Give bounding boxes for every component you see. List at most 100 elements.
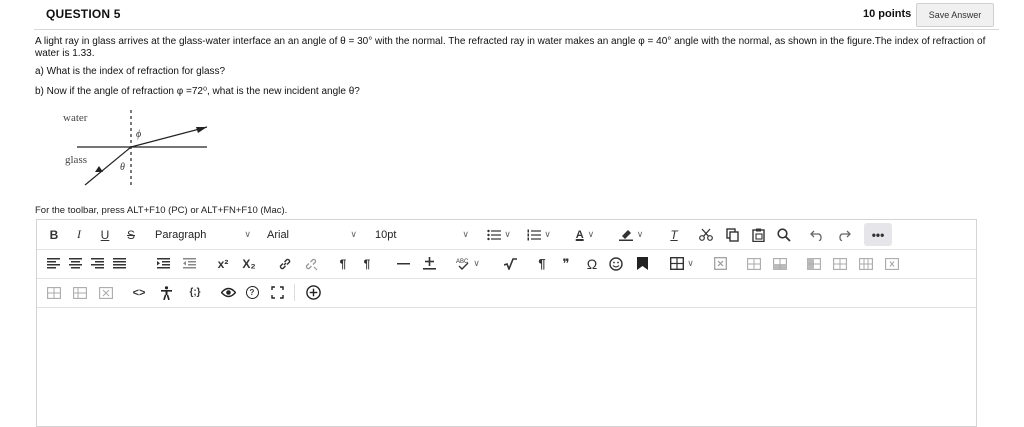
question-header: QUESTION 5 10 points Save Answer [34, 0, 999, 30]
refraction-figure: water glass ϕ θ [63, 110, 208, 186]
align-justify-icon [112, 258, 126, 269]
underline-button[interactable]: U [96, 220, 114, 249]
redo-button[interactable] [835, 220, 853, 249]
math-equation-button[interactable] [501, 249, 519, 278]
font-size-select[interactable]: 10pt ∨ [375, 220, 469, 249]
toolbar-row-2: x² X₂ ¶ ¶ ABC ∨ ¶ ❞ Ω ∨ [37, 249, 976, 279]
help-button[interactable]: ? [243, 278, 261, 307]
horizontal-line-button[interactable] [394, 249, 412, 278]
chevron-down-icon: ∨ [687, 258, 694, 268]
label-glass: glass [65, 154, 87, 166]
table-col-after-button[interactable] [831, 249, 849, 278]
table-merge-cells-button[interactable] [71, 278, 89, 307]
table-row-icon [773, 257, 787, 270]
clear-formatting-button[interactable]: T [665, 220, 683, 249]
horizontal-line-icon [396, 262, 410, 264]
question-title: QUESTION 5 [46, 7, 121, 21]
blockquote-button[interactable]: ❞ [557, 249, 575, 278]
eye-icon [220, 287, 236, 298]
table-icon [670, 257, 685, 270]
rich-text-editor[interactable]: B I U S Paragraph ∨ Arial ∨ 10pt ∨ ∨ ∨ A… [36, 219, 977, 427]
save-answer-button[interactable]: Save Answer [916, 3, 994, 27]
source-code-button[interactable]: <> [129, 278, 149, 307]
superscript-button[interactable]: x² [213, 249, 233, 278]
font-family-select[interactable]: Arial ∨ [267, 220, 357, 249]
fullscreen-icon [270, 286, 284, 299]
strikethrough-button[interactable]: S [122, 220, 140, 249]
find-replace-button[interactable] [775, 220, 793, 249]
align-justify-button[interactable] [111, 249, 127, 278]
align-right-icon [90, 258, 104, 269]
table-row-after-button[interactable] [771, 249, 789, 278]
undo-button[interactable] [808, 220, 826, 249]
bookmark-icon [636, 257, 648, 270]
paste-button[interactable] [749, 220, 767, 249]
paragraph-format-select[interactable]: Paragraph ∨ [155, 220, 251, 249]
table-split-cells-button[interactable] [45, 278, 63, 307]
subscript-button[interactable]: X₂ [239, 249, 259, 278]
delete-table-button[interactable] [711, 249, 729, 278]
question-part-a: a) What is the index of refraction for g… [35, 66, 226, 77]
indent-icon [156, 258, 170, 269]
insert-link-button[interactable] [276, 249, 294, 278]
bold-button[interactable]: B [45, 220, 63, 249]
table-delete-col-button[interactable] [857, 249, 875, 278]
align-center-button[interactable] [67, 249, 83, 278]
bookmark-button[interactable] [633, 249, 651, 278]
table-cell-icon [47, 286, 61, 299]
accessibility-button[interactable] [157, 278, 175, 307]
clear-formatting-icon: T [670, 227, 678, 242]
chevron-down-icon: ∨ [544, 229, 551, 239]
chevron-down-icon: ∨ [504, 229, 511, 239]
indent-button[interactable] [155, 249, 171, 278]
accessibility-icon [160, 285, 172, 300]
align-left-button[interactable] [45, 249, 61, 278]
toolbar-hint: For the toolbar, press ALT+F10 (PC) or A… [35, 205, 288, 216]
ltr-icon: ¶ [339, 256, 347, 271]
label-water: water [63, 112, 88, 124]
question-text: A light ray in glass arrives at the glas… [35, 36, 986, 59]
undo-icon [810, 230, 822, 241]
spellcheck-button[interactable]: ABC ∨ [451, 249, 485, 278]
fullscreen-button[interactable] [268, 278, 286, 307]
insert-content-button[interactable] [420, 249, 438, 278]
table-cell-icon [99, 286, 113, 299]
table-delete-row-button[interactable] [883, 249, 901, 278]
bullet-list-button[interactable]: ∨ [483, 220, 515, 249]
emoticons-button[interactable] [607, 249, 625, 278]
help-icon: ? [245, 286, 259, 299]
outdent-button[interactable] [181, 249, 197, 278]
add-content-button[interactable] [303, 278, 323, 307]
align-right-button[interactable] [89, 249, 105, 278]
text-color-button[interactable]: A ∨ [567, 220, 603, 249]
preview-button[interactable] [219, 278, 237, 307]
remove-link-button[interactable] [302, 249, 320, 278]
rtl-icon: ¶ [363, 256, 371, 271]
cut-button[interactable] [697, 220, 715, 249]
numbered-list-button[interactable]: ∨ [523, 220, 555, 249]
outdent-icon [182, 258, 196, 269]
pilcrow-icon: ¶ [538, 256, 546, 271]
phi-symbol: ϕ [136, 129, 141, 140]
link-icon [279, 258, 291, 269]
refracted-arrowhead [196, 127, 207, 133]
italic-button[interactable]: I [70, 220, 88, 249]
ltr-direction-button[interactable]: ¶ [334, 249, 352, 278]
copy-button[interactable] [723, 220, 741, 249]
table-properties-button[interactable] [97, 278, 115, 307]
table-column-icon [807, 257, 821, 270]
special-character-button[interactable]: Ω [583, 249, 601, 278]
table-delete-icon [713, 257, 727, 270]
paragraph-mark-button[interactable]: ¶ [533, 249, 551, 278]
highlight-color-button[interactable]: ∨ [613, 220, 649, 249]
table-delete-icon [885, 257, 899, 270]
numbered-list-icon [527, 229, 542, 240]
editor-content-area[interactable] [37, 308, 976, 426]
quote-icon: ❞ [562, 255, 570, 271]
insert-table-button[interactable]: ∨ [665, 249, 699, 278]
code-sample-button[interactable]: {;} [183, 278, 207, 307]
more-options-button[interactable]: ••• [864, 223, 892, 246]
table-col-before-button[interactable] [805, 249, 823, 278]
table-row-before-button[interactable] [745, 249, 763, 278]
rtl-direction-button[interactable]: ¶ [358, 249, 376, 278]
